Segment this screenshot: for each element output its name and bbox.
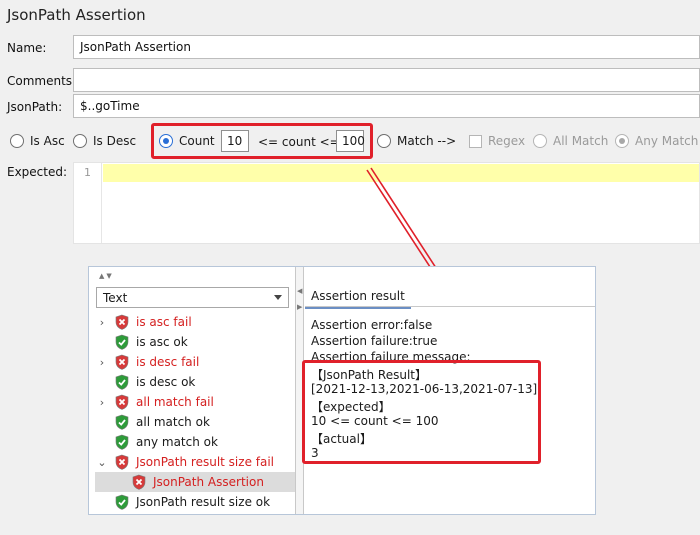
result-line: Assertion failure:true xyxy=(311,334,438,348)
tree-item-label: JsonPath result size fail xyxy=(136,455,275,469)
split-right-arrow-icon[interactable]: ▶ xyxy=(297,303,302,311)
fail-shield-icon xyxy=(114,394,130,410)
tree-item[interactable]: all match ok xyxy=(96,412,210,432)
chevron-down-icon[interactable]: ⌄ xyxy=(96,456,108,469)
ok-shield-icon xyxy=(114,414,130,430)
result-line: Assertion error:false xyxy=(311,318,433,332)
tree-item[interactable]: JsonPath result size ok xyxy=(96,492,270,512)
split-left-arrow-icon[interactable]: ◀ xyxy=(297,287,302,295)
tree-item-label: is desc fail xyxy=(136,355,200,369)
chevron-right-icon[interactable]: › xyxy=(96,396,108,409)
tree-item[interactable]: › all match fail xyxy=(96,392,214,412)
fail-shield-icon xyxy=(114,314,130,330)
chevron-right-icon[interactable]: › xyxy=(96,356,108,369)
tree-item[interactable]: › is desc fail xyxy=(96,352,199,372)
tree-item-label: JsonPath result size ok xyxy=(136,495,271,509)
ok-shield-icon xyxy=(114,374,130,390)
renderer-dropdown-value: Text xyxy=(103,291,128,305)
tree-item-label: is asc fail xyxy=(136,315,192,329)
ok-shield-icon xyxy=(114,434,130,450)
chevron-down-icon xyxy=(274,295,282,300)
chevron-right-icon[interactable]: › xyxy=(96,316,108,329)
ok-shield-icon xyxy=(114,334,130,350)
tree-item[interactable]: JsonPath Assertion xyxy=(95,472,295,492)
tree-item-label: any match ok xyxy=(136,435,218,449)
renderer-dropdown[interactable]: Text xyxy=(96,287,289,308)
tree-item-label: JsonPath Assertion xyxy=(153,475,264,489)
tree-item-label: is desc ok xyxy=(136,375,196,389)
collapse-arrows-icon[interactable]: ▲▼ xyxy=(99,272,114,280)
tab-divider xyxy=(305,306,595,307)
fail-shield-icon xyxy=(114,354,130,370)
ok-shield-icon xyxy=(114,494,130,510)
tree-item[interactable]: › is asc fail xyxy=(96,312,192,332)
tree-item[interactable]: is asc ok xyxy=(96,332,188,352)
fail-shield-icon xyxy=(131,474,147,490)
tree-item[interactable]: ⌄ JsonPath result size fail xyxy=(96,452,274,472)
fail-shield-icon xyxy=(114,454,130,470)
result-highlight-box xyxy=(302,360,541,464)
tree-item-label: all match fail xyxy=(136,395,214,409)
results-tree-pane: ▲▼ Text › is asc fail is asc ok › is desc fa… xyxy=(89,267,296,514)
tree-item[interactable]: is desc ok xyxy=(96,372,195,392)
tree-item-label: is asc ok xyxy=(136,335,188,349)
tree-item[interactable]: any match ok xyxy=(96,432,218,452)
tree-item-label: all match ok xyxy=(136,415,210,429)
